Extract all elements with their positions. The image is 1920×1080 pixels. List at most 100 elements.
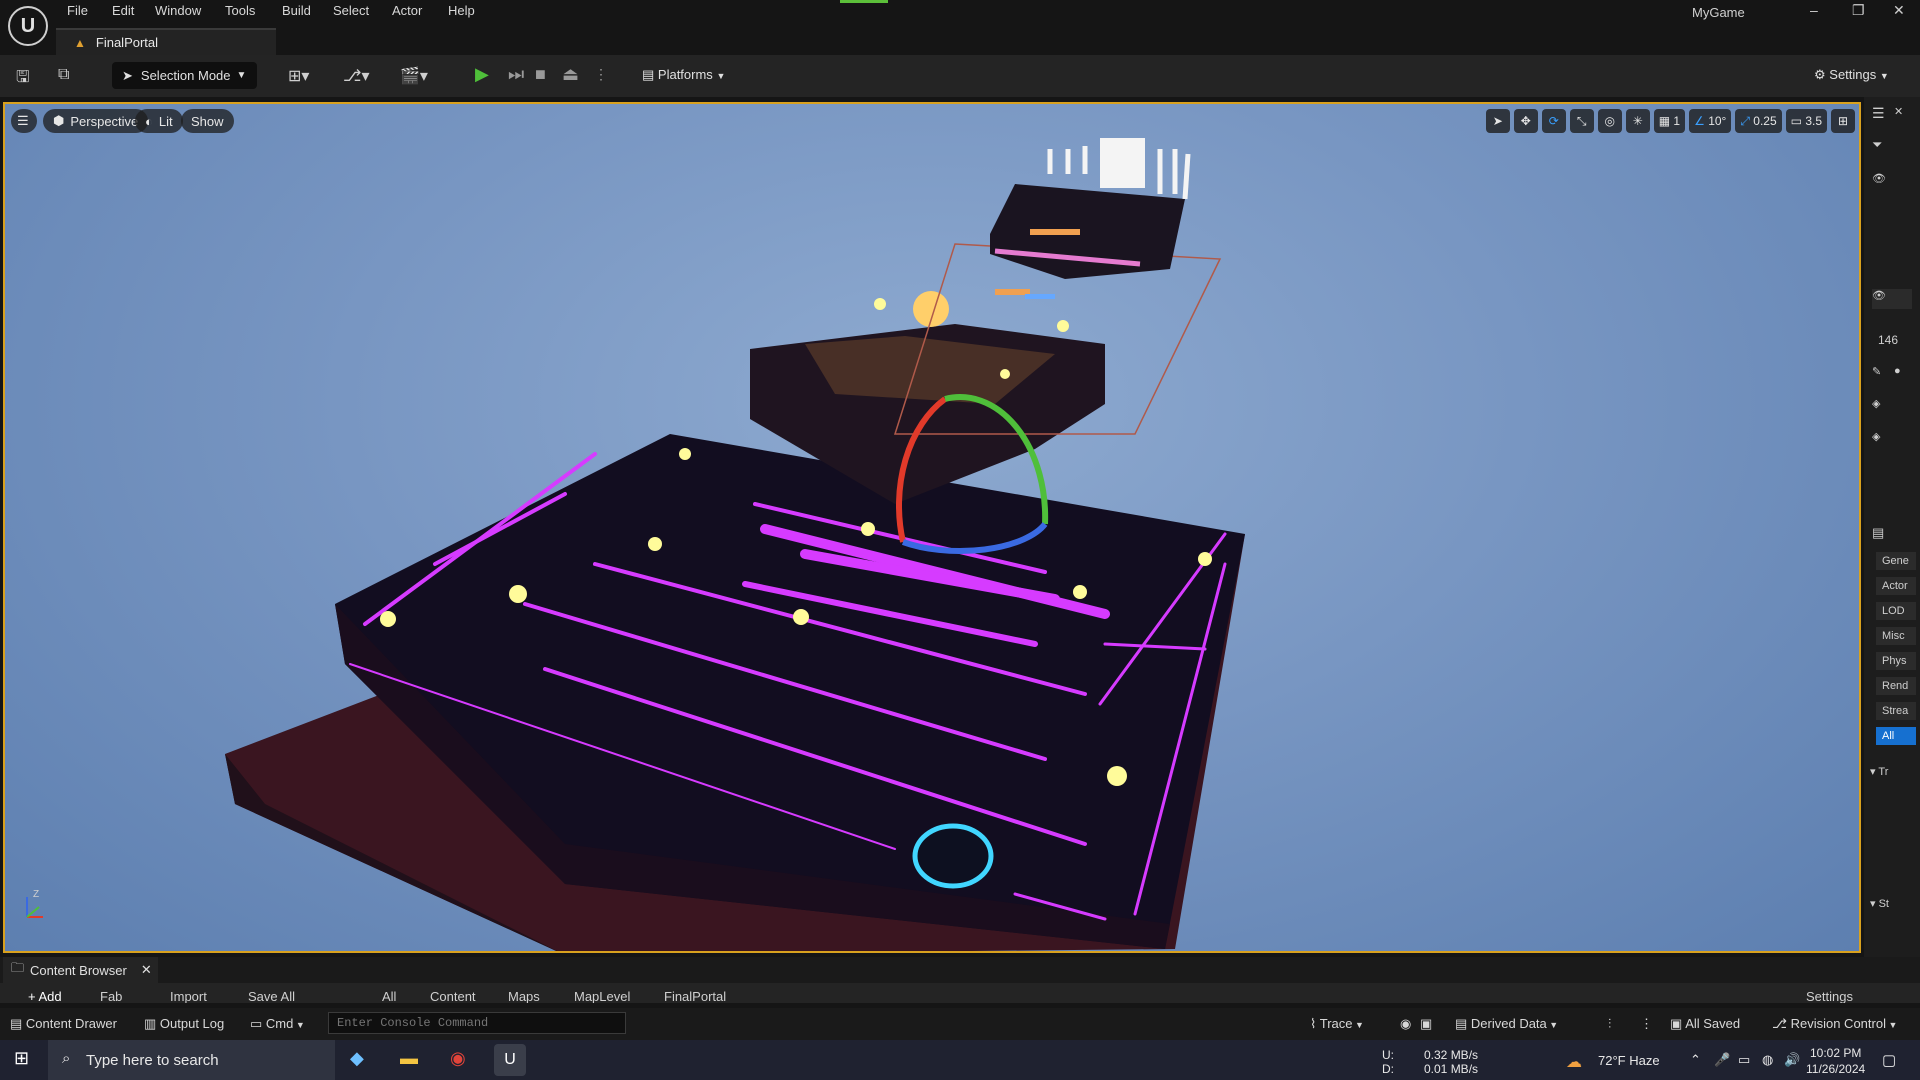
- import-button[interactable]: Import: [170, 989, 207, 1003]
- minimize-button[interactable]: –: [1810, 2, 1818, 18]
- add-actor-icon[interactable]: ⊞▾: [288, 66, 309, 86]
- revision-control-dropdown[interactable]: ⎇ Revision Control ▼: [1772, 1016, 1897, 1032]
- weather-text[interactable]: 72°F Haze: [1598, 1053, 1660, 1068]
- content-browser-tab[interactable]: 🗀 Content Browser ✕: [3, 957, 158, 983]
- cinematics-icon[interactable]: 🎬▾: [400, 66, 428, 86]
- breadcrumb-maps[interactable]: Maps: [508, 989, 540, 1003]
- output-log-button[interactable]: ▥ Output Log: [144, 1016, 224, 1032]
- breadcrumb-all[interactable]: All: [382, 989, 396, 1003]
- save-icon[interactable]: 🖫: [16, 66, 30, 93]
- category-misc[interactable]: Misc: [1876, 627, 1916, 645]
- filter-icon[interactable]: ⏷: [1872, 137, 1882, 153]
- trace-dropdown[interactable]: ⌇ Trace ▼: [1310, 1016, 1364, 1032]
- browse-icon[interactable]: ⧉: [58, 66, 69, 84]
- category-rendering[interactable]: Rend: [1876, 677, 1916, 695]
- stop-icon[interactable]: ■: [535, 64, 546, 85]
- clock-time[interactable]: 10:02 PM: [1810, 1046, 1861, 1060]
- cb-settings-button[interactable]: Settings: [1806, 989, 1853, 1003]
- select-tool-icon[interactable]: ➤: [1485, 109, 1510, 133]
- maximize-viewport-icon[interactable]: ⊞: [1831, 109, 1855, 133]
- status-more-icon[interactable]: ⋮: [1640, 1016, 1653, 1032]
- category-general[interactable]: Gene: [1876, 552, 1916, 570]
- derived-data-dropdown[interactable]: ▤ Derived Data ▼: [1455, 1016, 1558, 1032]
- notifications-icon[interactable]: ▢: [1882, 1051, 1896, 1069]
- content-drawer-button[interactable]: ▤ Content Drawer: [10, 1016, 117, 1032]
- perspective-button[interactable]: ⬢ Perspective: [43, 109, 149, 133]
- menu-tools[interactable]: Tools: [225, 3, 255, 18]
- menu-help[interactable]: Help: [448, 3, 475, 18]
- category-all[interactable]: All: [1876, 727, 1916, 745]
- blueprint-icon[interactable]: ⎇▾: [343, 66, 369, 86]
- add-button[interactable]: + Add: [28, 989, 62, 1003]
- selection-mode-dropdown[interactable]: ➤ Selection Mode ▼: [112, 62, 257, 89]
- file-explorer-icon[interactable]: ▬: [400, 1048, 418, 1069]
- settings-dropdown[interactable]: ⚙ Settings ▼: [1814, 67, 1889, 83]
- tray-chevron-icon[interactable]: ⌃: [1690, 1052, 1701, 1068]
- show-button[interactable]: Show: [181, 109, 234, 133]
- fab-button[interactable]: Fab: [100, 989, 122, 1003]
- rotation-snap-toggle[interactable]: ∠ 10°: [1689, 109, 1732, 133]
- breadcrumb-finalportal[interactable]: FinalPortal: [664, 989, 726, 1003]
- visibility-toggle[interactable]: 👁: [1872, 289, 1912, 309]
- copilot-icon[interactable]: ◆: [350, 1048, 364, 1069]
- save-all-button[interactable]: Save All: [248, 989, 295, 1003]
- menu-window[interactable]: Window: [155, 3, 201, 18]
- windows-start-icon[interactable]: ⊞: [14, 1048, 29, 1069]
- microphone-icon[interactable]: 🎤: [1714, 1052, 1730, 1068]
- section-static-mesh[interactable]: ▾ St: [1870, 897, 1889, 910]
- category-actor[interactable]: Actor: [1876, 577, 1916, 595]
- viewport-menu-icon[interactable]: ☰: [11, 109, 37, 133]
- translate-tool-icon[interactable]: ✥: [1513, 109, 1538, 133]
- scale-tool-icon[interactable]: ⤡: [1569, 109, 1594, 133]
- camera-speed-button[interactable]: ▭ 3.5: [1785, 109, 1827, 133]
- tab-close-icon[interactable]: ✕: [141, 962, 152, 978]
- outliner-icon[interactable]: ☰: [1872, 105, 1885, 122]
- screenshot-icon[interactable]: ▣: [1420, 1016, 1432, 1032]
- category-lod[interactable]: LOD: [1876, 602, 1916, 620]
- close-button[interactable]: ✕: [1893, 2, 1905, 19]
- play-icon[interactable]: ▶: [475, 64, 489, 85]
- network-icon[interactable]: ▭: [1738, 1052, 1750, 1068]
- cmd-dropdown[interactable]: ▭ Cmd ▼: [250, 1016, 305, 1032]
- clock-date[interactable]: 11/26/2024: [1806, 1062, 1865, 1076]
- mesh-icon[interactable]: ◈: [1872, 430, 1880, 443]
- breadcrumb-content[interactable]: Content: [430, 989, 476, 1003]
- all-saved-status[interactable]: ▣ All Saved: [1670, 1016, 1740, 1032]
- globe-icon[interactable]: ◍: [1762, 1052, 1773, 1068]
- document-tab[interactable]: ▲ FinalPortal: [56, 28, 276, 55]
- rotate-tool-icon[interactable]: ⟳: [1541, 109, 1566, 133]
- platforms-dropdown[interactable]: ▤ Platforms ▼: [642, 67, 725, 83]
- unreal-taskbar-icon[interactable]: U: [494, 1044, 526, 1076]
- visibility-icon[interactable]: 👁: [1872, 172, 1886, 185]
- menu-file[interactable]: File: [67, 3, 88, 18]
- level-viewport[interactable]: ☰ ⬢ Perspective ◐ Lit Show ➤ ✥ ⟳ ⤡ ◎ ✳ ▦…: [3, 102, 1861, 953]
- menu-build[interactable]: Build: [282, 3, 311, 18]
- lit-button[interactable]: ◐ Lit: [135, 109, 183, 133]
- speaker-icon[interactable]: 🔊: [1784, 1052, 1800, 1068]
- step-icon[interactable]: ⏭: [508, 64, 524, 85]
- category-physics[interactable]: Phys: [1876, 652, 1916, 670]
- details-icon[interactable]: ▤: [1872, 525, 1884, 541]
- world-space-icon[interactable]: ◎: [1597, 109, 1622, 133]
- eject-icon[interactable]: ⏏: [562, 64, 579, 85]
- source-control-icon[interactable]: ⫶: [1608, 1016, 1611, 1032]
- section-transform[interactable]: ▾ Tr: [1870, 765, 1888, 778]
- layers-icon[interactable]: ◈: [1872, 397, 1880, 410]
- restore-button[interactable]: ❐: [1852, 2, 1865, 19]
- scale-snap-toggle[interactable]: ⤢ 0.25: [1735, 109, 1782, 133]
- chrome-icon[interactable]: ◉: [450, 1048, 466, 1069]
- taskbar-search[interactable]: ⌕ Type here to search: [48, 1040, 335, 1080]
- unreal-logo-icon[interactable]: U: [8, 6, 48, 46]
- menu-select[interactable]: Select: [333, 3, 369, 18]
- weather-icon[interactable]: ☁: [1566, 1052, 1582, 1072]
- category-streaming[interactable]: Strea: [1876, 702, 1916, 720]
- console-command-input[interactable]: [328, 1012, 626, 1034]
- breadcrumb-maplevel[interactable]: MapLevel: [574, 989, 630, 1003]
- menu-actor[interactable]: Actor: [392, 3, 422, 18]
- grid-snap-toggle[interactable]: ▦ 1: [1653, 109, 1686, 133]
- surface-snap-icon[interactable]: ✳: [1625, 109, 1650, 133]
- more-options-icon[interactable]: ⋮: [594, 66, 608, 83]
- panel-close-icon[interactable]: ✕: [1894, 105, 1903, 118]
- edit-icon[interactable]: ✎: [1872, 365, 1881, 378]
- menu-edit[interactable]: Edit: [112, 3, 134, 18]
